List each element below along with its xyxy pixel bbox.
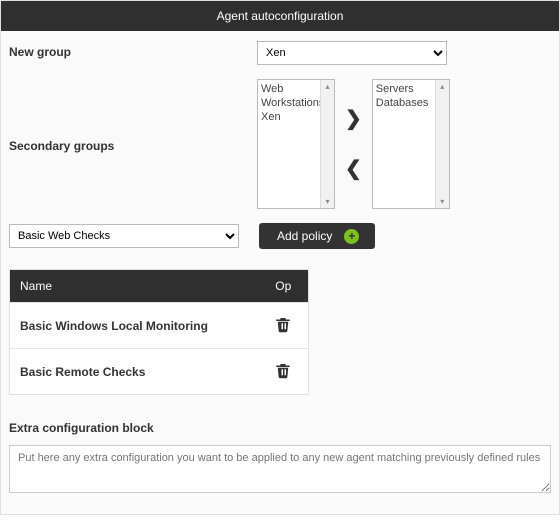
scrollbar[interactable]: ▴ ▾ (435, 80, 449, 208)
agent-autoconfig-panel: Agent autoconfiguration New group Xen Se… (0, 0, 560, 515)
table-row: Basic Windows Local Monitoring (10, 303, 309, 349)
table-row: Basic Remote Checks (10, 349, 309, 395)
transfer-arrows: ❯ ❮ (345, 109, 362, 179)
label-secondary-groups: Secondary groups (9, 135, 257, 153)
col-op: Op (259, 270, 309, 303)
policies-table: Name Op Basic Windows Local Monitoring B… (9, 269, 309, 395)
trash-icon[interactable] (274, 322, 292, 336)
scroll-down-icon[interactable]: ▾ (440, 197, 444, 206)
plus-icon: + (344, 229, 359, 244)
move-right-icon[interactable]: ❯ (345, 109, 362, 129)
scroll-up-icon[interactable]: ▴ (325, 82, 329, 91)
scroll-down-icon[interactable]: ▾ (325, 197, 329, 206)
cell-name: Basic Windows Local Monitoring (10, 303, 259, 349)
row-new-group: New group Xen (9, 41, 551, 65)
policy-row: Basic Web Checks Add policy + (9, 223, 551, 249)
policy-select[interactable]: Basic Web Checks (9, 224, 239, 248)
label-new-group: New group (9, 41, 257, 59)
panel-body: New group Xen Secondary groups Web Works… (1, 31, 559, 514)
row-secondary-groups: Secondary groups Web Workstations Xen ▴ … (9, 79, 551, 209)
move-left-icon[interactable]: ❮ (345, 159, 362, 179)
dual-listbox: Web Workstations Xen ▴ ▾ ❯ ❮ (257, 79, 551, 209)
panel-header: Agent autoconfiguration (1, 1, 559, 31)
scroll-up-icon[interactable]: ▴ (440, 82, 444, 91)
cell-name: Basic Remote Checks (10, 349, 259, 395)
add-policy-label: Add policy (277, 229, 332, 243)
available-list[interactable]: Web Workstations Xen ▴ ▾ (257, 79, 335, 209)
extra-config-textarea[interactable] (9, 445, 551, 493)
add-policy-button[interactable]: Add policy + (259, 223, 375, 249)
label-extra-config: Extra configuration block (9, 421, 551, 435)
scrollbar[interactable]: ▴ ▾ (320, 80, 334, 208)
trash-icon[interactable] (274, 368, 292, 382)
panel-title: Agent autoconfiguration (217, 9, 344, 23)
selected-list[interactable]: Servers Databases ▴ ▾ (372, 79, 450, 209)
new-group-select[interactable]: Xen (257, 41, 447, 65)
col-name: Name (10, 270, 259, 303)
